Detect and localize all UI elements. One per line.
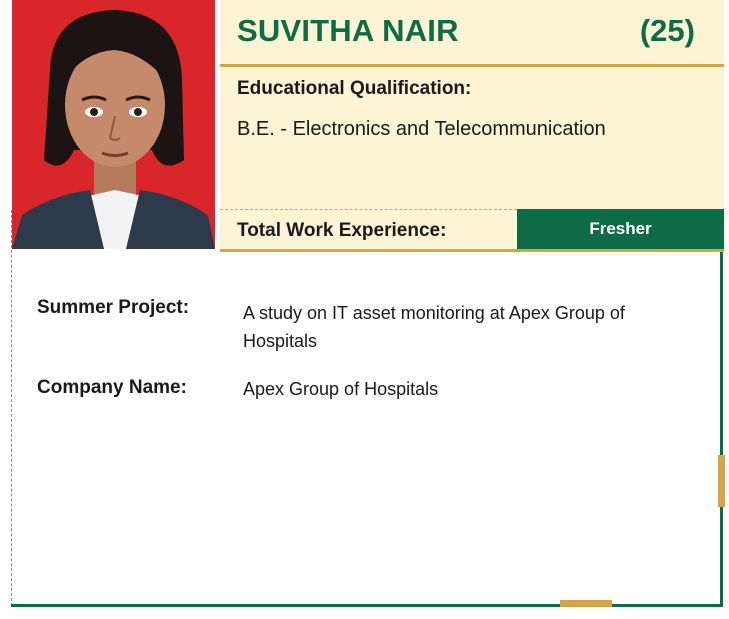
company-name-label: Company Name:: [37, 377, 187, 398]
experience-badge: Fresher: [517, 209, 724, 249]
header-bottom-divider: [220, 249, 724, 252]
education-value: B.E. - Electronics and Telecommunication: [237, 118, 606, 140]
candidate-number: (25): [639, 13, 695, 48]
frame-bottom-tab: [560, 600, 612, 607]
experience-label: Total Work Experience:: [237, 220, 447, 241]
summer-project-value: A study on IT asset monitoring at Apex G…: [243, 303, 625, 351]
profile-photo: [12, 0, 215, 249]
header-divider: [220, 64, 724, 67]
candidate-name: SUVITHA NAIR: [237, 13, 459, 48]
company-name-value: Apex Group of Hospitals: [243, 379, 439, 399]
education-label: Educational Qualification:: [237, 78, 472, 99]
frame-bottom-border: [11, 604, 723, 607]
frame-right-border: [720, 252, 723, 607]
frame-left-border: [11, 210, 12, 606]
person-portrait-icon: [12, 0, 215, 249]
experience-divider: [220, 209, 517, 210]
summer-project-label: Summer Project:: [37, 297, 190, 318]
frame-right-tab: [718, 455, 725, 507]
